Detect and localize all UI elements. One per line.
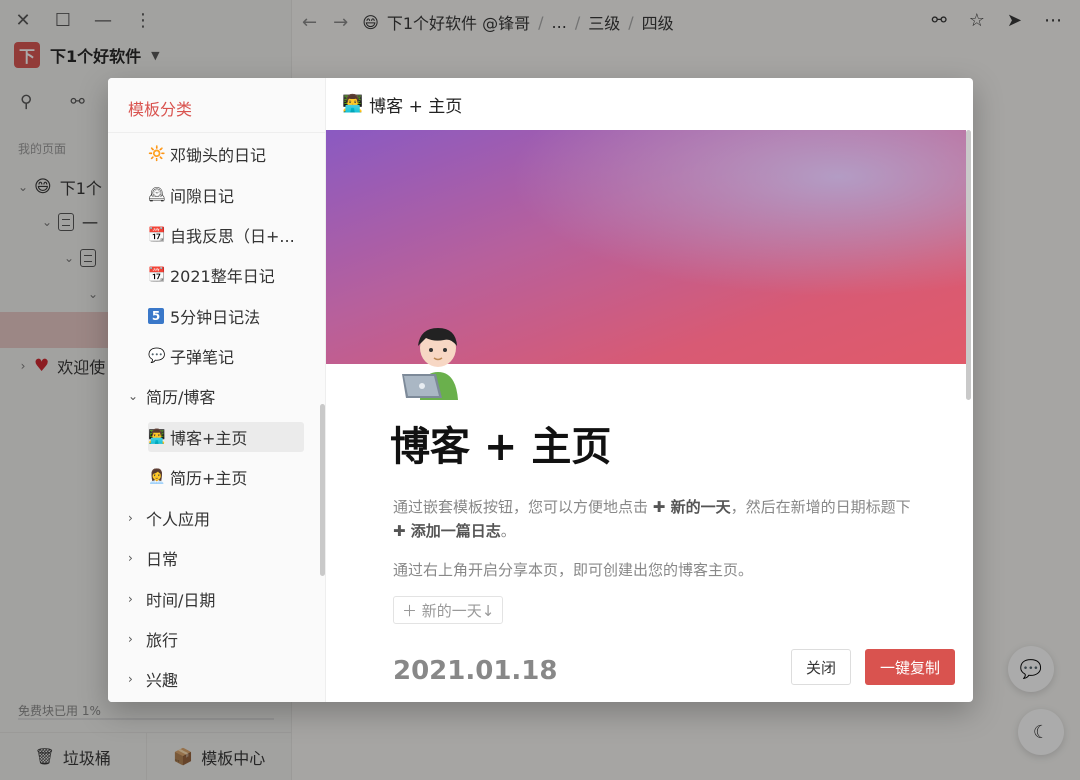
technologist-icon: 👨‍💻 (342, 94, 364, 114)
new-day-button[interactable]: ＋ 新的一天↓ (393, 596, 504, 624)
description-bold: ✚ 添加一篇日志 (393, 522, 501, 540)
notes-icon: 💬 (148, 348, 166, 364)
category-label: 日常 (146, 550, 179, 569)
template-item[interactable]: 5 5分钟日记法 (148, 301, 304, 331)
category-label: 兴趣 (146, 671, 179, 690)
divider (108, 132, 326, 133)
office-worker-icon: 👩‍💼 (148, 469, 166, 485)
scrollbar[interactable] (320, 404, 325, 576)
template-item[interactable]: 💬 子弹笔记 (148, 341, 304, 371)
chevron-right-icon: › (128, 672, 133, 686)
category-resume-blog[interactable]: ⌄ 简历/博客 (128, 381, 215, 411)
chevron-right-icon: › (128, 632, 133, 646)
description-bold: ✚ 新的一天 (652, 498, 731, 516)
close-button[interactable]: 关闭 (791, 649, 851, 685)
sun-icon: 🔆 (148, 146, 166, 162)
template-item-label: 自我反思（日+... (170, 227, 295, 246)
chevron-down-icon: ⌄ (128, 389, 139, 403)
clock-icon: 🕰 (148, 187, 166, 203)
description-paragraph: 通过嵌套模板按钮，您可以方便地点击 ✚ 新的一天，然后在新增的日期标题下 ✚ 添… (393, 495, 913, 543)
description-text: ，然后在新增的日期标题下 (730, 498, 911, 516)
technologist-icon: 👨‍💻 (148, 429, 166, 445)
category-label: 旅行 (146, 631, 179, 650)
template-item-label: 博客+主页 (170, 429, 248, 448)
template-item-label: 5分钟日记法 (170, 308, 261, 327)
template-item-label: 2021整年日记 (170, 267, 275, 286)
number-five-icon: 5 (148, 308, 164, 324)
template-item-selected[interactable]: 👨‍💻 博客+主页 (148, 422, 304, 452)
template-category-panel: 模板分类 🔆 邓锄头的日记 🕰 间隙日记 📆 自我反思（日+... 📆 2021… (108, 78, 326, 702)
template-item[interactable]: 📆 2021整年日记 (148, 260, 304, 290)
scrollbar[interactable] (966, 130, 971, 400)
template-item-label: 间隙日记 (170, 187, 235, 206)
category-label: 时间/日期 (146, 591, 216, 610)
chevron-right-icon: › (128, 551, 133, 565)
template-item[interactable]: 🔆 邓锄头的日记 (148, 139, 304, 169)
template-item[interactable]: 👩‍💼 简历+主页 (148, 462, 304, 492)
description-paragraph: 通过右上角开启分享本页，即可创建出您的博客主页。 (393, 561, 754, 579)
category-personal-apps[interactable]: › 个人应用 (128, 503, 210, 533)
preview-header: 👨‍💻 博客 + 主页 (326, 78, 973, 130)
chevron-right-icon: › (128, 511, 133, 525)
category-hobbies[interactable]: › 兴趣 (128, 664, 178, 694)
template-item[interactable]: 🕰 间隙日记 (148, 180, 304, 210)
calendar-icon: 📆 (148, 227, 166, 243)
category-title: 模板分类 (128, 100, 193, 119)
page-title: 博客 + 主页 (390, 424, 612, 470)
calendar-icon: 📆 (148, 267, 166, 283)
chevron-right-icon: › (128, 592, 133, 606)
one-click-copy-button[interactable]: 一键复制 (865, 649, 955, 685)
template-item-label: 子弹笔记 (170, 348, 235, 367)
description-text: 通过嵌套模板按钮，您可以方便地点击 (393, 498, 653, 516)
category-daily[interactable]: › 日常 (128, 543, 178, 573)
template-preview: 👨‍💻 博客 + 主页 博客 + 主页 通过嵌套模板按钮，您可以方便地点击 ✚ … (326, 78, 973, 702)
technologist-icon (402, 328, 458, 400)
template-item-label: 邓锄头的日记 (170, 146, 267, 165)
category-label: 个人应用 (146, 510, 211, 529)
category-label: 简历/博客 (146, 388, 216, 407)
template-item[interactable]: 📆 自我反思（日+... (148, 220, 304, 250)
date-heading: 2021.01.18 (393, 656, 558, 686)
description-text: 。 (500, 522, 516, 540)
template-item-label: 简历+主页 (170, 469, 248, 488)
category-travel[interactable]: › 旅行 (128, 624, 178, 654)
preview-header-title: 博客 + 主页 (369, 96, 463, 117)
category-time-date[interactable]: › 时间/日期 (128, 584, 215, 614)
template-modal: 模板分类 🔆 邓锄头的日记 🕰 间隙日记 📆 自我反思（日+... 📆 2021… (108, 78, 973, 702)
